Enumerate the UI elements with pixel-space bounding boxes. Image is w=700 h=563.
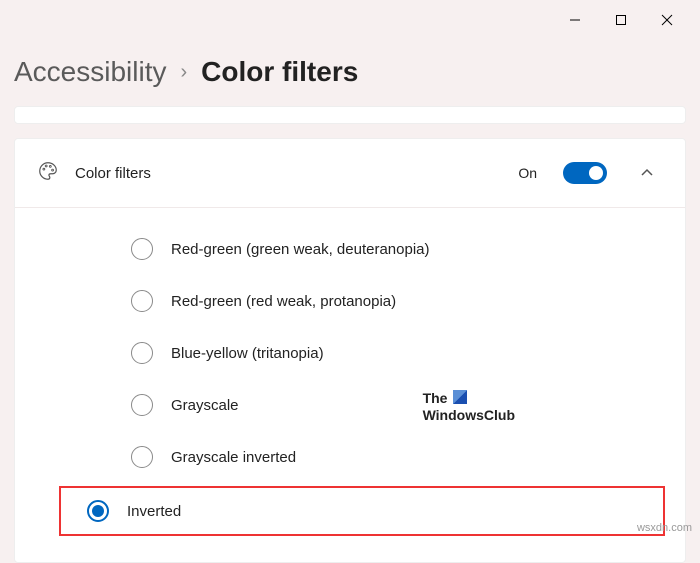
option-deuteranopia[interactable]: Red-green (green weak, deuteranopia) [59, 226, 665, 272]
option-label: Inverted [127, 503, 181, 520]
option-inverted[interactable]: Inverted [59, 486, 665, 536]
radio-icon [131, 342, 153, 364]
option-label: Grayscale [171, 397, 239, 414]
color-filters-panel: Color filters On Red-green (green weak, … [14, 138, 686, 563]
minimize-button[interactable] [552, 4, 598, 36]
radio-icon [131, 394, 153, 416]
palette-icon [37, 160, 59, 187]
square-icon [453, 390, 467, 404]
radio-icon [131, 290, 153, 312]
color-filters-toggle[interactable] [563, 162, 607, 184]
option-protanopia[interactable]: Red-green (red weak, protanopia) [59, 278, 665, 324]
maximize-button[interactable] [598, 4, 644, 36]
radio-icon [131, 446, 153, 468]
option-label: Red-green (red weak, protanopia) [171, 293, 396, 310]
title-bar [0, 0, 700, 40]
option-grayscale[interactable]: Grayscale [59, 382, 665, 428]
panel-header[interactable]: Color filters On [15, 139, 685, 208]
breadcrumb-parent[interactable]: Accessibility [14, 56, 166, 88]
filter-options: Red-green (green weak, deuteranopia) Red… [15, 208, 685, 562]
previous-card-strip [14, 106, 686, 124]
toggle-state-label: On [518, 165, 537, 181]
option-label: Red-green (green weak, deuteranopia) [171, 241, 430, 258]
radio-icon [87, 500, 109, 522]
option-grayscale-inverted[interactable]: Grayscale inverted [59, 434, 665, 480]
option-tritanopia[interactable]: Blue-yellow (tritanopia) [59, 330, 665, 376]
option-label: Blue-yellow (tritanopia) [171, 345, 324, 362]
page-title: Color filters [201, 56, 358, 88]
radio-icon [131, 238, 153, 260]
close-button[interactable] [644, 4, 690, 36]
breadcrumb: Accessibility › Color filters [0, 40, 700, 106]
watermark-logo: The WindowsClub [423, 390, 515, 424]
option-label: Grayscale inverted [171, 449, 296, 466]
chevron-right-icon: › [180, 61, 187, 84]
source-label: wsxdn.com [637, 522, 692, 534]
panel-title: Color filters [75, 165, 151, 182]
collapse-button[interactable] [631, 157, 663, 189]
